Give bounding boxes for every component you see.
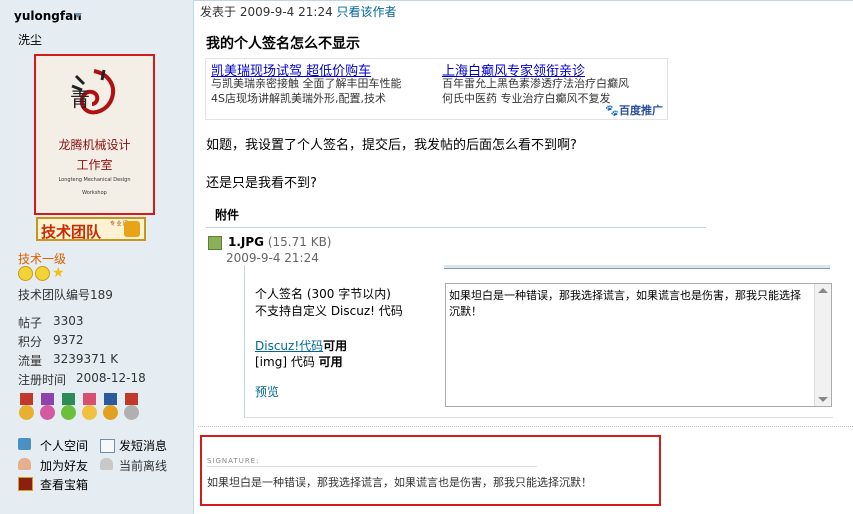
avatar-subtitle: 工作室 xyxy=(76,158,113,172)
send-message-link[interactable]: 发短消息 xyxy=(119,437,167,454)
chevron-down-icon[interactable] xyxy=(74,13,82,18)
medal-icon[interactable] xyxy=(39,393,56,423)
scrollbar[interactable] xyxy=(814,284,831,406)
add-user-icon[interactable] xyxy=(18,458,31,470)
img-code-label: [img] 代码 xyxy=(255,355,315,369)
attachment-name[interactable]: 1.JPG xyxy=(228,235,264,249)
post-title: 我的个人签名怎么不显示 xyxy=(206,36,360,52)
avatar[interactable]: 青 龙腾机械设计 工作室 Longteng Mechanical Design … xyxy=(34,54,155,215)
ad-brand-label: 百度推广 xyxy=(619,104,663,117)
discuz-code-available: 可用 xyxy=(323,339,348,353)
medal-icon[interactable] xyxy=(123,393,140,423)
attachment-file[interactable]: 1.JPG (15.71 KB) xyxy=(228,235,332,249)
scroll-down-icon[interactable] xyxy=(818,397,828,402)
user-nickname: 洗尘 xyxy=(18,33,43,47)
medal-icon[interactable] xyxy=(102,393,119,423)
dotted-divider xyxy=(198,426,853,428)
avatar-title: 龙腾机械设计 xyxy=(58,138,131,152)
only-author-link[interactable]: 只看该作者 xyxy=(337,5,397,19)
paw-icon: 🐾 xyxy=(605,104,619,117)
star-icon: ★ xyxy=(52,265,65,281)
team-badge: 技术团队 专 业 团 xyxy=(36,217,146,241)
envelope-icon[interactable] xyxy=(100,439,115,453)
discuz-code-row: Discuz!代码可用 xyxy=(255,337,347,354)
stat-regdate-label: 注册时间 xyxy=(18,373,67,387)
posted-time: 2009-9-4 21:24 xyxy=(239,5,333,19)
ad-desc-2a[interactable]: 百年雷允上黑色素渗透疗法治疗白癫风 xyxy=(442,76,629,91)
medal-icon[interactable] xyxy=(18,393,35,423)
stat-traffic-value: 3239371 K xyxy=(53,352,119,366)
post-body-line-2: 还是只是我看不到? xyxy=(206,176,317,191)
username-link[interactable]: yulongfan xyxy=(14,9,82,23)
ad-brand[interactable]: 🐾百度推广 xyxy=(605,102,663,118)
img-code-available: 可用 xyxy=(318,355,343,369)
svg-text:青: 青 xyxy=(70,87,90,111)
panel-divider xyxy=(444,265,830,269)
ad-desc-1a[interactable]: 与凯美瑞亲密接触 全面了解丰田车性能 xyxy=(211,76,402,91)
attachment-header-label: 附件 xyxy=(215,208,240,222)
stat-regdate-value: 2008-12-18 xyxy=(76,371,146,385)
team-number: 技术团队编号189 xyxy=(18,288,113,302)
signature-textarea-value[interactable]: 如果坦白是一种错误，那我选择谎言，如果谎言也是伤害，那我只能选择沉默！ xyxy=(449,288,809,320)
stat-points-label: 积分 xyxy=(18,335,43,349)
dragon-logo-icon: 青 xyxy=(70,69,115,115)
signature-divider xyxy=(207,466,537,467)
stat-posts-value: 3303 xyxy=(53,314,84,328)
attachment-size: (15.71 KB) xyxy=(267,235,332,249)
team-badge-label: 技术团队 xyxy=(41,223,102,241)
trophy-icon xyxy=(124,221,140,237)
signature-text: 如果坦白是一种错误，那我选择谎言，如果谎言也是伤害，那我只能选择沉默！ xyxy=(207,476,592,489)
image-file-icon xyxy=(208,236,222,250)
stat-posts-label: 帖子 xyxy=(18,316,43,330)
online-status: 当前离线 xyxy=(119,459,168,473)
signature-textarea[interactable]: 如果坦白是一种错误，那我选择谎言，如果谎言也是伤害，那我只能选择沉默！ xyxy=(445,283,832,407)
stat-points-value: 9372 xyxy=(53,333,84,347)
signature-box: SIGNATURE: 如果坦白是一种错误，那我选择谎言，如果谎言也是伤害，那我只… xyxy=(200,435,661,506)
sun-icon xyxy=(35,266,50,281)
attachment-header: 附件 xyxy=(206,199,706,228)
ad-desc-2b[interactable]: 何氏中医药 专业治疗白癫风不复发 xyxy=(442,91,611,106)
sig-nocustom-label: 不支持自定义 Discuz! 代码 xyxy=(255,304,403,318)
treasure-chest-icon[interactable] xyxy=(18,477,33,491)
ad-box: 凯美瑞现场试驾 超低价购车 与凯美瑞亲密接触 全面了解丰田车性能 4S店现场讲解… xyxy=(205,58,668,120)
sun-icon xyxy=(18,266,33,281)
sig-length-label: 个人签名 (300 字节以内) xyxy=(255,287,391,301)
panel-bottom-border xyxy=(244,417,833,418)
rank-stars: ★ xyxy=(18,266,65,281)
img-code-row: [img] 代码 可用 xyxy=(255,353,343,370)
attachment-date: 2009-9-4 21:24 xyxy=(226,251,319,265)
post-meta: 发表于 2009-9-4 21:24 只看该作者 xyxy=(200,3,397,20)
home-icon[interactable] xyxy=(18,438,31,450)
post-body-line-1: 如题，我设置了个人签名，提交后，我发帖的后面怎么看不到啊? xyxy=(206,138,577,153)
user-space-link[interactable]: 个人空间 xyxy=(40,437,88,454)
view-treasure-link[interactable]: 查看宝箱 xyxy=(40,476,88,493)
avatar-english-1: Longteng Mechanical Design xyxy=(58,177,131,183)
medal-icon[interactable] xyxy=(60,393,77,423)
stat-traffic-label: 流量 xyxy=(18,354,43,368)
avatar-english-2: Workshop xyxy=(82,190,107,196)
user-offline-icon xyxy=(100,458,113,470)
add-friend-link[interactable]: 加为好友 xyxy=(40,457,88,474)
medal-icon[interactable] xyxy=(81,393,98,423)
signature-label: SIGNATURE: xyxy=(207,457,260,465)
medal-list xyxy=(18,393,144,426)
scroll-up-icon[interactable] xyxy=(818,288,828,293)
discuz-code-link[interactable]: Discuz!代码 xyxy=(255,339,323,353)
posted-prefix: 发表于 xyxy=(200,5,237,19)
preview-link[interactable]: 预览 xyxy=(255,383,279,400)
ad-desc-1b[interactable]: 4S店现场讲解凯美瑞外形,配置,技术 xyxy=(211,91,386,106)
